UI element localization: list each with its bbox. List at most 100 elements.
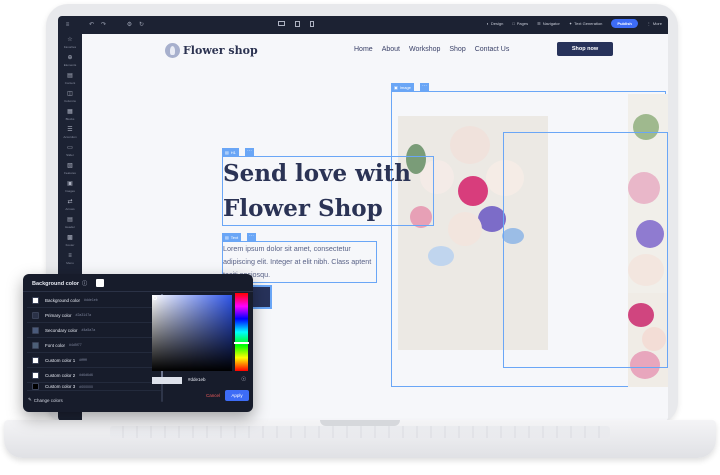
header-icon: ▤	[67, 217, 73, 223]
pages-button[interactable]: □ Pages	[512, 21, 528, 26]
color-swatch	[32, 296, 39, 304]
rose-petal	[448, 212, 482, 246]
image-icon: ▣	[67, 181, 73, 187]
saturation-value-area[interactable]	[152, 295, 232, 371]
color-row-custom-3[interactable]: Custom color 3 #000000	[27, 383, 161, 391]
desktop-icon[interactable]	[278, 21, 285, 26]
blocks-icon: ▦	[67, 109, 73, 115]
image-tag-icon: ▣	[394, 84, 398, 90]
more-icon: ⋮	[646, 21, 651, 26]
color-swatch	[32, 311, 39, 319]
shop-now-button[interactable]: Shop now	[557, 42, 613, 56]
sidebar-item-accordion[interactable]: ☰ Accordion	[58, 124, 82, 142]
document-icon: ▤	[67, 73, 73, 79]
footer-icon: ▩	[67, 235, 73, 241]
nav-link-workshop[interactable]: Workshop	[409, 46, 440, 53]
hero-title[interactable]: Send love with Flower Shop	[223, 156, 443, 226]
nav-link-contact[interactable]: Contact Us	[475, 46, 510, 53]
nav-link-shop[interactable]: Shop	[449, 46, 465, 53]
cancel-button[interactable]: Cancel	[206, 393, 220, 398]
undo-icon[interactable]: ↶	[88, 22, 95, 29]
slider-icon: ▭	[67, 145, 73, 151]
sidebar-item-menu[interactable]: ≡ Menu	[58, 250, 82, 268]
laptop-keyboard	[110, 426, 610, 438]
color-row-custom-1[interactable]: Custom color 1 #ffffff	[27, 353, 161, 368]
saturation-handle[interactable]	[153, 296, 157, 300]
features-icon: ▧	[67, 163, 73, 169]
leaf	[428, 246, 454, 266]
sidebar-item-arrows[interactable]: ⇄ Arrows	[58, 196, 82, 214]
image-inner-guide	[503, 132, 668, 368]
site-nav: Home About Workshop Shop Contact Us	[354, 46, 509, 53]
hue-slider-handle[interactable]	[234, 342, 249, 344]
image-more-icon[interactable]: ⋯	[420, 83, 429, 91]
tablet-icon[interactable]	[295, 21, 300, 27]
sidebar-item-columns[interactable]: ◫ Columns	[58, 88, 82, 106]
design-button[interactable]: ◐ Design	[486, 21, 503, 26]
sidebar-item-elements[interactable]: ⊕ Elements	[58, 52, 82, 70]
nav-link-about[interactable]: About	[382, 46, 400, 53]
site-header: Flower shop Home About Workshop Shop Con…	[82, 34, 668, 68]
sidebar-item-header[interactable]: ▤ Header	[58, 214, 82, 232]
apply-button[interactable]: Apply	[225, 390, 249, 401]
design-icon: ◐	[486, 21, 489, 26]
sidebar-item-images[interactable]: ▣ Images	[58, 178, 82, 196]
picker-title: Background color ⓘ	[32, 280, 88, 288]
h1-element-tag[interactable]: ▤ H1	[222, 148, 239, 156]
navigator-button[interactable]: ☰ Navigator	[537, 21, 560, 26]
publish-button[interactable]: Publish	[611, 19, 638, 28]
refresh-icon[interactable]: ↻	[138, 22, 145, 29]
pencil-icon: ✎	[28, 397, 32, 402]
pages-icon: □	[512, 21, 515, 26]
hex-color-preview	[152, 377, 182, 384]
navigator-icon: ☰	[537, 21, 541, 26]
color-swatch	[32, 383, 39, 390]
text-element-tag[interactable]: ▤ Text	[222, 233, 242, 241]
picker-divider	[23, 291, 253, 292]
image-element-tag[interactable]: ▣ Image	[391, 83, 414, 91]
columns-icon: ◫	[67, 91, 73, 97]
rose-petal	[478, 206, 506, 232]
info-icon[interactable]: ⓘ	[82, 280, 87, 287]
nav-link-home[interactable]: Home	[354, 46, 373, 53]
laptop-notch	[320, 420, 400, 426]
sidebar-item-content[interactable]: ▤ Content	[58, 70, 82, 88]
hex-value-input[interactable]: #dde1eb	[188, 377, 206, 382]
site-logo[interactable]: Flower shop	[183, 44, 258, 57]
more-button[interactable]: ⋮ More	[647, 21, 662, 26]
color-list: Background color #dde1eb Primary color #2a…	[27, 293, 161, 391]
sparkle-icon: ✦	[568, 21, 573, 26]
accordion-icon: ☰	[67, 127, 73, 133]
color-swatch	[32, 326, 39, 334]
color-row-custom-2[interactable]: Custom color 2 #d6d6d6	[27, 368, 161, 383]
color-row-primary[interactable]: Primary color #2a3147a	[27, 308, 161, 323]
color-swatch	[32, 371, 39, 379]
topbar-actions: ◐ Design □ Pages ☰ Navigator ✦ Text Generati…	[486, 19, 662, 28]
sidebar-item-footer[interactable]: ▩ Footer	[58, 232, 82, 250]
h1-tag-icon: ▤	[225, 149, 229, 155]
sidebar-item-blocks[interactable]: ▦ Blocks	[58, 106, 82, 124]
mobile-icon[interactable]	[310, 21, 314, 27]
rose-petal	[458, 176, 488, 206]
menu-icon: ≡	[68, 253, 72, 259]
menu-icon[interactable]: ≡	[64, 22, 71, 29]
hue-slider[interactable]	[235, 293, 248, 371]
change-colors-button[interactable]: ✎ Change colors	[28, 397, 63, 403]
eyedropper-icon[interactable]: ☉	[241, 376, 246, 383]
rose-petal	[450, 126, 490, 164]
text-more-icon[interactable]: ⋯	[247, 233, 256, 241]
sidebar-item-favorites[interactable]: ☆ Favorites	[58, 34, 82, 52]
redo-icon[interactable]: ↷	[100, 22, 107, 29]
current-color-swatch[interactable]	[96, 279, 104, 287]
arrows-icon: ⇄	[67, 199, 73, 205]
sidebar-item-features[interactable]: ▧ Features	[58, 160, 82, 178]
color-row-secondary[interactable]: Secondary color #4a5a7a	[27, 323, 161, 338]
text-generation-button[interactable]: ✦ Text Generation	[569, 21, 603, 26]
color-row-background[interactable]: Background color #dde1eb	[27, 293, 161, 308]
sidebar-item-slider[interactable]: ▭ Slider	[58, 142, 82, 160]
color-row-font[interactable]: Font color #4d5f77	[27, 338, 161, 353]
h1-more-icon[interactable]: ⋯	[245, 148, 254, 156]
plus-circle-icon: ⊕	[67, 55, 73, 61]
settings-icon[interactable]: ⚙	[126, 22, 133, 29]
color-swatch	[32, 341, 39, 349]
